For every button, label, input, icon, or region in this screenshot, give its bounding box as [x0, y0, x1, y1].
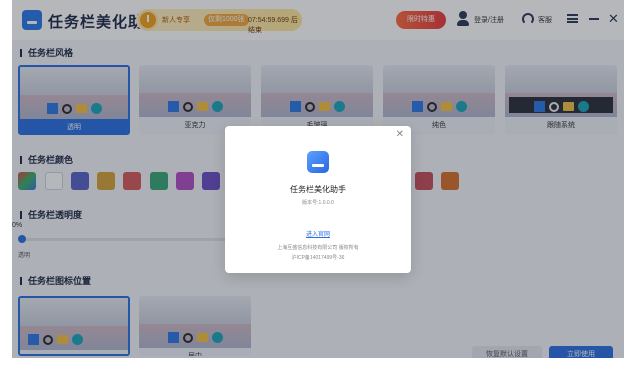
app-window: 任务栏美化助手 新人专享 仅剩1000张 07:54:59.699 后结束 限时…	[12, 0, 624, 358]
close-icon[interactable]: ✕	[396, 130, 404, 140]
version-text: 版本号:1.0.0.0	[302, 200, 334, 206]
icp-text: 沪ICP备14017499号-36	[291, 255, 345, 261]
about-dialog: ✕ 任务栏美化助手 版本号:1.0.0.0 进入官网 上海互盛信息科技有限公司 …	[225, 126, 411, 273]
app-logo-icon	[307, 151, 329, 173]
website-link[interactable]: 进入官网	[225, 229, 411, 238]
copyright-text: 上海互盛信息科技有限公司 版权所有	[277, 245, 359, 251]
dialog-title: 任务栏美化助手	[290, 185, 346, 194]
